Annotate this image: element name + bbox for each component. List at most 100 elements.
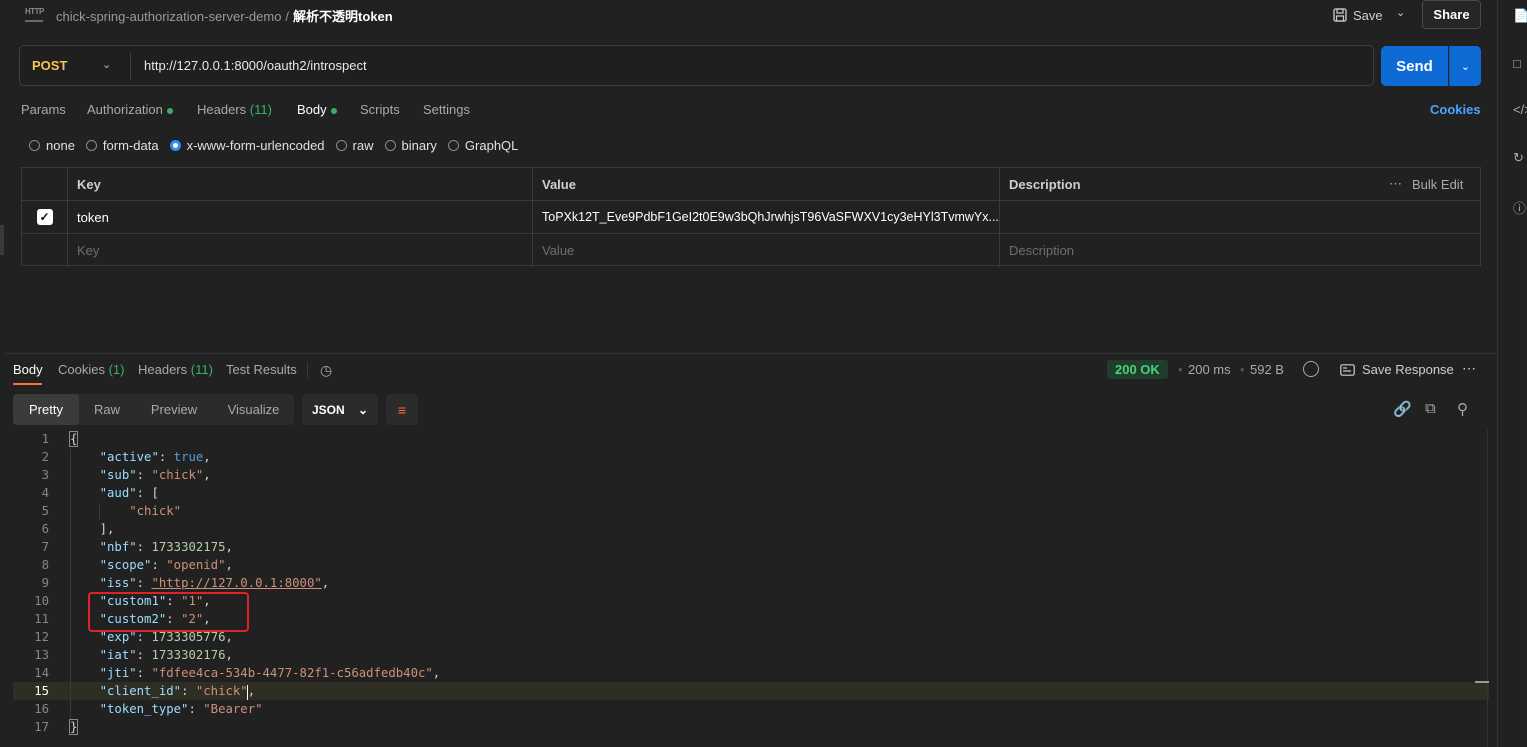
save-response-button[interactable]: Save Response (1340, 362, 1454, 377)
code-token: "token_type" (99, 702, 189, 716)
new-key-input[interactable]: Key (68, 234, 533, 267)
code-text: "iat": 1733302176, (70, 646, 233, 664)
line-number: 17 (34, 720, 49, 734)
line-number: 12 (34, 630, 49, 644)
copy-icon[interactable]: ⧉ (1425, 400, 1436, 417)
column-header-key: Key (68, 168, 533, 201)
response-tab-headers[interactable]: Headers (11) (138, 362, 213, 377)
related-requests-icon[interactable]: ↻ (1513, 150, 1524, 166)
response-size[interactable]: 592 B (1250, 362, 1284, 377)
radio-raw[interactable]: raw (335, 138, 374, 153)
new-value-input[interactable]: Value (533, 234, 1000, 267)
code-token: { (68, 431, 79, 447)
tab-divider (307, 362, 308, 378)
code-token: : (151, 558, 167, 572)
code-token: : (181, 684, 196, 698)
param-key-cell[interactable]: token (68, 201, 533, 234)
view-pretty-button[interactable]: Pretty (13, 394, 79, 425)
search-icon[interactable]: ⚲ (1457, 400, 1468, 418)
radio-label: none (46, 138, 75, 153)
code-token: : (136, 666, 152, 680)
radio-none[interactable]: none (29, 138, 75, 153)
documentation-icon[interactable]: 📄 (1513, 8, 1527, 24)
cookies-link[interactable]: Cookies (1430, 102, 1481, 117)
code-line: 7 "nbf": 1733302175, (13, 538, 1489, 556)
code-line: 1{ (13, 430, 1489, 448)
tab-label: Settings (423, 102, 470, 117)
status-badge[interactable]: 200 OK (1107, 360, 1168, 379)
response-tab-test-results[interactable]: Test Results (226, 362, 297, 377)
code-token: 1733305776 (151, 630, 226, 644)
more-options-icon[interactable]: ⋯ (1462, 360, 1477, 377)
radio-graphql[interactable]: GraphQL (447, 138, 518, 153)
column-header-value: Value (533, 168, 1000, 201)
save-icon (1333, 8, 1347, 22)
tab-authorization[interactable]: Authorization (87, 102, 173, 117)
view-preview-button[interactable]: Preview (135, 394, 213, 425)
view-raw-button[interactable]: Raw (79, 394, 135, 425)
pane-resize-handle[interactable] (0, 225, 4, 255)
wrap-lines-icon[interactable]: ≡ (386, 394, 418, 425)
info-icon[interactable]: ⓘ (1513, 198, 1526, 217)
line-number: 8 (41, 558, 49, 572)
code-token: ], (99, 522, 115, 536)
code-token: "chick" (129, 504, 182, 518)
radio-form-data[interactable]: form-data (85, 138, 159, 153)
globe-icon[interactable] (1303, 361, 1319, 377)
code-token: : (188, 702, 204, 716)
code-text: "client_id": "chick", (70, 682, 255, 700)
share-button[interactable]: Share (1422, 0, 1481, 29)
send-button[interactable]: Send (1381, 46, 1448, 86)
line-number: 2 (41, 450, 49, 464)
new-description-input[interactable]: Description (1000, 234, 1480, 267)
param-value-cell[interactable]: ToPXk12T_Eve9PdbF1GeI2t0E9w3bQhJrwhjsT96… (533, 201, 1000, 234)
bulk-edit-button[interactable]: ⋯ Bulk Edit (1380, 168, 1480, 201)
comments-icon[interactable]: □ (1513, 56, 1521, 71)
response-time[interactable]: 200 ms (1188, 362, 1231, 377)
row-checkbox[interactable]: ✓ (36, 209, 53, 225)
editor-scrollbar[interactable] (1487, 430, 1488, 747)
indent-guide (70, 449, 71, 719)
param-description-cell[interactable] (1000, 201, 1480, 234)
save-button[interactable]: Save (1333, 4, 1383, 26)
tab-headers[interactable]: Headers (11) (197, 102, 272, 117)
chevron-down-icon[interactable]: ⌄ (102, 58, 111, 71)
format-select[interactable]: JSON ⌄ (302, 394, 378, 425)
history-icon[interactable]: ◷ (320, 362, 332, 379)
save-response-label: Save Response (1362, 362, 1454, 377)
save-options-chevron-icon[interactable]: ⌄ (1396, 6, 1405, 19)
code-token: "aud" (99, 486, 137, 500)
pane-divider[interactable] (5, 353, 1497, 354)
breadcrumb-collection[interactable]: chick-spring-authorization-server-demo (56, 9, 281, 24)
response-tab-cookies[interactable]: Cookies (1) (58, 362, 124, 377)
params-table: Key Value Description ⋯ Bulk Edit ✓ token… (21, 167, 1481, 267)
code-token: "chick" (195, 684, 248, 698)
tab-count: (11) (190, 362, 213, 377)
code-token: "iat" (99, 648, 137, 662)
tab-settings[interactable]: Settings (423, 102, 470, 117)
url-bar: POST ⌄ http://127.0.0.1:8000/oauth2/intr… (19, 45, 1374, 86)
method-select[interactable]: POST (32, 58, 67, 73)
response-code-editor[interactable]: 1{2 "active": true, 3 "sub": "chick", 4 "a… (13, 430, 1489, 747)
url-input[interactable]: http://127.0.0.1:8000/oauth2/introspect (144, 58, 1344, 73)
radio-x-www-form-urlencoded[interactable]: x-www-form-urlencoded (169, 138, 325, 153)
tab-params[interactable]: Params (21, 102, 66, 117)
response-tab-body[interactable]: Body (13, 362, 43, 377)
code-snippet-icon[interactable]: </> (1513, 102, 1527, 117)
view-visualize-button[interactable]: Visualize (213, 394, 294, 425)
tab-scripts[interactable]: Scripts (360, 102, 400, 117)
send-options-chevron-icon[interactable]: ⌄ (1449, 46, 1481, 86)
breadcrumb-request-name[interactable]: 解析不透明token (293, 9, 393, 24)
tab-label: Authorization (87, 102, 163, 117)
code-token: "chick" (151, 468, 204, 482)
code-token: , (225, 540, 233, 554)
tab-count: (1) (108, 362, 125, 377)
tab-body[interactable]: Body (297, 102, 337, 117)
radio-binary[interactable]: binary (384, 138, 437, 153)
code-text: "scope": "openid", (70, 556, 233, 574)
link-icon[interactable]: 🔗 (1393, 400, 1412, 418)
code-token: "exp" (99, 630, 137, 644)
